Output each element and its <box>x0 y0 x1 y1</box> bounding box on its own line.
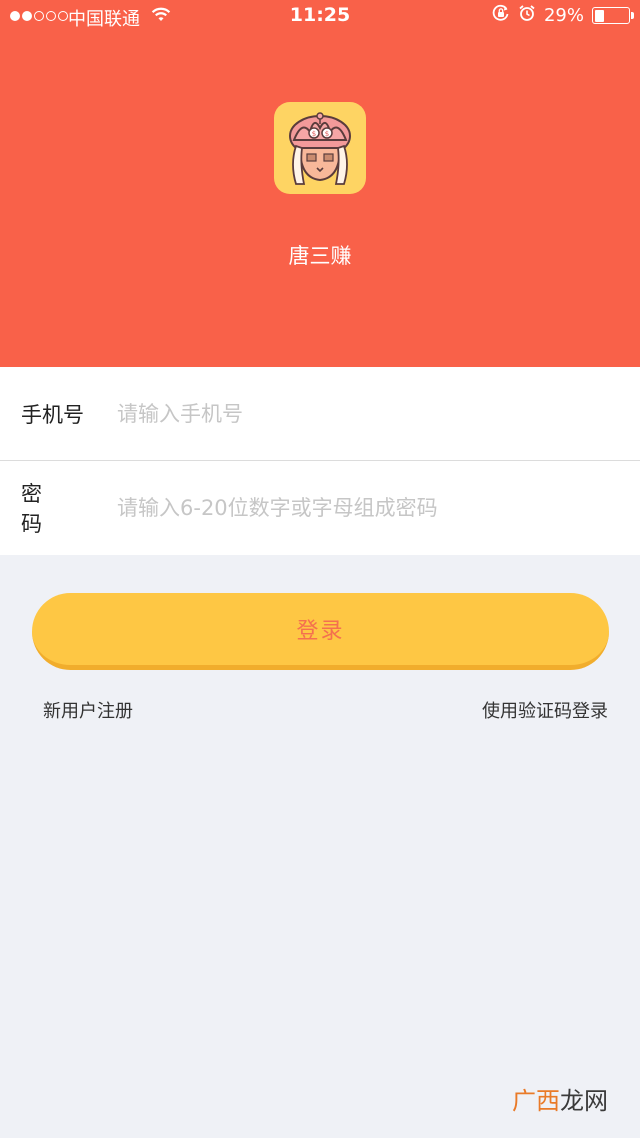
password-label: 密码 <box>21 482 70 536</box>
sms-login-link[interactable]: 使用验证码登录 <box>482 697 608 723</box>
password-input[interactable] <box>117 483 640 533</box>
svg-text:$: $ <box>312 130 316 138</box>
battery-icon <box>592 7 634 24</box>
phone-input[interactable] <box>117 388 640 439</box>
app-name: 唐三赚 <box>288 244 352 268</box>
phone-label: 手机号 <box>21 402 84 427</box>
orientation-lock-icon <box>492 4 510 27</box>
alarm-icon <box>518 4 536 27</box>
svg-text:$: $ <box>325 130 329 138</box>
login-button[interactable]: 登录 <box>32 593 609 670</box>
watermark-part1: 广西 <box>512 1087 560 1115</box>
header-banner: 中国联通 11:25 29% $ $ 唐三赚 <box>0 0 640 367</box>
battery-percent: 29% <box>543 5 584 26</box>
login-form: 手机号 密码 <box>0 367 640 555</box>
app-logo-icon: $ $ <box>274 102 366 194</box>
watermark-part2: 龙网 <box>560 1087 608 1115</box>
password-row: 密码 <box>0 460 640 555</box>
phone-row: 手机号 <box>0 367 640 460</box>
register-link[interactable]: 新用户注册 <box>43 697 133 723</box>
status-bar: 中国联通 11:25 29% <box>0 0 640 34</box>
watermark: 广西 龙网 <box>512 1081 608 1116</box>
